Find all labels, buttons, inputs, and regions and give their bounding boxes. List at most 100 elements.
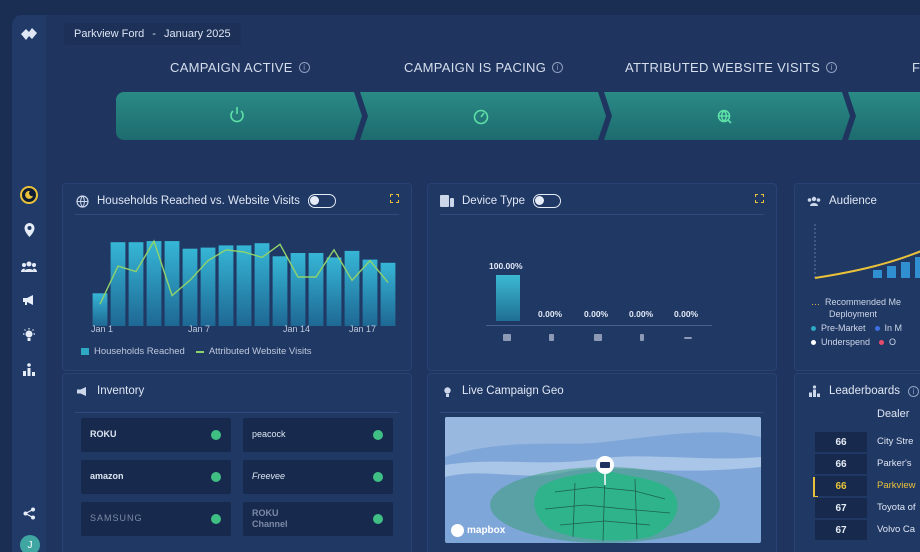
location-pin-icon[interactable] xyxy=(20,221,38,239)
leaderboard-row[interactable]: 67 Toyota of xyxy=(815,498,916,520)
brand-logo-icon[interactable] xyxy=(20,27,38,41)
households-bar xyxy=(362,259,378,326)
audience-card-header: Audience xyxy=(807,192,920,210)
device-toggle[interactable] xyxy=(533,194,562,208)
households-card-title: Households Reached vs. Website Visits xyxy=(97,195,300,207)
ctv-icon xyxy=(503,334,511,341)
dashboard-icon[interactable] xyxy=(20,186,38,204)
leaderboard-dealer: Toyota of xyxy=(877,502,916,513)
kpi-partial-segment xyxy=(848,92,920,140)
card-divider xyxy=(440,214,764,215)
device-bar xyxy=(496,275,520,321)
device-value: 100.00% xyxy=(489,261,523,271)
status-dot xyxy=(211,472,221,482)
megaphone-icon xyxy=(75,384,89,398)
inventory-item[interactable]: SAMSUNG xyxy=(81,502,231,536)
app-frame: J Parkview Ford - January 2025 CAMPAIGN … xyxy=(12,15,920,552)
legend-label-households: Households Reached xyxy=(94,346,185,357)
status-dot xyxy=(373,472,383,482)
dealer-name[interactable]: Parkview Ford xyxy=(74,28,144,40)
info-icon[interactable]: i xyxy=(552,62,564,73)
breadcrumb: Parkview Ford - January 2025 xyxy=(64,23,241,45)
x-tick-label: Jan 1 xyxy=(91,324,114,334)
expand-icon[interactable] xyxy=(755,194,764,203)
status-dot xyxy=(211,430,221,440)
device-value: 0.00% xyxy=(674,309,699,319)
lightbulb-icon[interactable] xyxy=(20,326,38,344)
mapbox-attribution[interactable]: mapbox xyxy=(451,524,505,537)
leaderboard-rank: 66 xyxy=(815,476,867,496)
device-value: 0.00% xyxy=(584,309,609,319)
megaphone-icon[interactable] xyxy=(20,291,38,309)
inventory-card-header: Inventory xyxy=(75,382,399,400)
households-bar xyxy=(326,257,342,326)
share-icon[interactable] xyxy=(20,504,38,522)
device-axis-line xyxy=(486,325,712,326)
households-bar xyxy=(164,241,180,326)
kpi-campaign-active-segment xyxy=(116,92,362,140)
inventory-item[interactable]: ROKU Channel xyxy=(243,502,393,536)
leaderboard-icon[interactable] xyxy=(20,360,38,378)
device-value: 0.00% xyxy=(629,309,654,319)
mobile-icon xyxy=(549,334,554,341)
period-selector[interactable]: January 2025 xyxy=(164,28,231,40)
leaderboard-row-highlighted[interactable]: 66 Parkview xyxy=(815,476,916,498)
x-tick-label: Jan 14 xyxy=(283,324,311,334)
geo-card-title: Live Campaign Geo xyxy=(462,385,564,397)
leaderboard-dealer: Volvo Ca xyxy=(877,524,916,535)
info-icon[interactable]: i xyxy=(298,62,310,73)
legend-swatch-households xyxy=(81,348,89,355)
audience-icon[interactable] xyxy=(20,257,38,275)
breadcrumb-separator: - xyxy=(152,28,156,40)
leaderboard-rank: 67 xyxy=(815,498,867,518)
inventory-item-name: peacock xyxy=(252,429,286,439)
lightbulb-icon xyxy=(440,384,454,398)
legend-label-visits: Attributed Website Visits xyxy=(208,346,312,357)
inventory-item[interactable]: peacock xyxy=(243,418,393,452)
inventory-item[interactable]: Freevee xyxy=(243,460,393,494)
households-bar xyxy=(110,242,126,326)
geo-card-header: Live Campaign Geo xyxy=(440,382,764,400)
leaderboard-row[interactable]: 67 Volvo Ca xyxy=(815,520,915,542)
leaderboard-column-header: Dealer xyxy=(877,408,910,420)
households-bar xyxy=(146,241,162,326)
audience-card-title: Audience xyxy=(829,195,877,207)
inventory-item[interactable]: ROKU xyxy=(81,418,231,452)
status-dot xyxy=(373,430,383,440)
inventory-item-name: ROKU xyxy=(90,429,117,439)
leaderboard-rank: 66 xyxy=(815,432,867,452)
expand-icon[interactable] xyxy=(390,194,399,203)
inventory-card: Inventory ROKU peacock amazon Freevee SA… xyxy=(62,373,412,552)
device-card-title: Device Type xyxy=(462,195,526,207)
inventory-item-name: SAMSUNG xyxy=(90,513,143,523)
desktop-icon xyxy=(594,334,602,341)
tablet-icon xyxy=(640,334,644,341)
households-chart xyxy=(92,239,396,326)
x-tick-label: Jan 7 xyxy=(188,324,211,334)
info-icon[interactable]: i xyxy=(907,385,919,397)
leaderboards-card: Leaderboards i Dealer 66 City Stre 66 Pa… xyxy=(794,373,920,552)
kpi-campaign-pacing-label: CAMPAIGN IS PACING i xyxy=(404,60,564,75)
leaderboard-rank: 67 xyxy=(815,520,867,540)
leaderboard-row[interactable]: 66 Parker's xyxy=(815,454,915,476)
audience-card: Audience … Recommended Me Deployment Pre-… xyxy=(794,183,920,371)
device-card-header: Device Type xyxy=(440,192,764,210)
leaderboard-rank: 66 xyxy=(815,454,867,474)
inventory-card-title: Inventory xyxy=(97,385,145,397)
status-dot xyxy=(373,514,383,524)
other-device-icon xyxy=(684,337,692,339)
legend-swatch-visits xyxy=(195,350,204,353)
kpi-chevron-bar xyxy=(116,92,920,140)
leaderboard-row[interactable]: 66 City Stre xyxy=(815,432,915,454)
inventory-item[interactable]: amazon xyxy=(81,460,231,494)
households-card: Households Reached vs. Website Visits Ja… xyxy=(62,183,412,371)
user-avatar[interactable]: J xyxy=(20,535,40,552)
status-dot xyxy=(211,514,221,524)
households-bar xyxy=(128,242,144,326)
web-search-icon xyxy=(717,109,732,124)
households-toggle[interactable] xyxy=(307,194,336,208)
households-bar xyxy=(236,245,252,326)
kpi-campaign-active-label: CAMPAIGN ACTIVE i xyxy=(170,60,310,75)
info-icon[interactable]: i xyxy=(826,62,838,73)
campaign-map[interactable]: mapbox xyxy=(445,417,761,543)
